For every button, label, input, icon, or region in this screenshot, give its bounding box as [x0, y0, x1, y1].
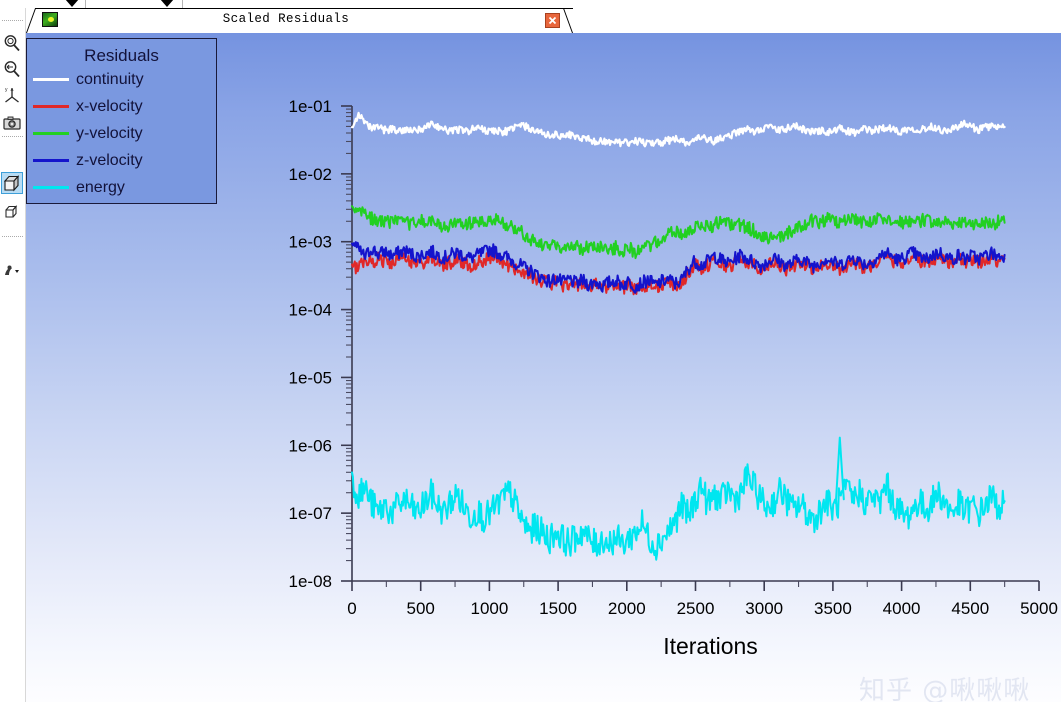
svg-text:1e-05: 1e-05 — [289, 368, 332, 387]
legend-label-z-velocity: z-velocity — [76, 151, 143, 169]
legend-item-x-velocity[interactable]: x-velocity — [27, 93, 216, 120]
legend-label-y-velocity: y-velocity — [76, 124, 143, 142]
top-strip — [0, 0, 1061, 8]
zoom-out-icon[interactable] — [1, 58, 23, 80]
svg-text:500: 500 — [407, 599, 435, 618]
legend-item-y-velocity[interactable]: y-velocity — [27, 120, 216, 147]
watermark: 知乎 @啾啾啾 — [859, 676, 1031, 702]
legend-title: Residuals — [84, 46, 159, 65]
chevron-down-icon-2[interactable] — [160, 0, 174, 7]
legend-swatch-continuity — [33, 78, 69, 81]
axes-icon[interactable]: y — [1, 84, 23, 106]
legend-item-energy[interactable]: energy — [27, 174, 216, 201]
svg-text:4500: 4500 — [951, 599, 989, 618]
svg-text:Iterations: Iterations — [663, 633, 758, 659]
probe-icon[interactable] — [1, 260, 23, 282]
box-outline-icon[interactable] — [1, 200, 23, 222]
camera-icon[interactable] — [1, 112, 23, 134]
toolbar-separator-mid — [2, 136, 23, 138]
svg-text:y: y — [5, 87, 8, 93]
legend-item-z-velocity[interactable]: z-velocity — [27, 147, 216, 174]
svg-text:1500: 1500 — [539, 599, 577, 618]
svg-text:5000: 5000 — [1020, 599, 1058, 618]
chevron-down-icon-1[interactable] — [65, 0, 79, 7]
left-toolbar: y — [0, 8, 26, 702]
legend-box: Residuals continuity x-velocity y-veloci… — [26, 38, 217, 204]
svg-text:3000: 3000 — [745, 599, 783, 618]
svg-text:3500: 3500 — [814, 599, 852, 618]
svg-text:1e-08: 1e-08 — [289, 572, 332, 591]
tab-top-border — [35, 8, 573, 9]
svg-text:1e-02: 1e-02 — [289, 165, 332, 184]
svg-text:2000: 2000 — [608, 599, 646, 618]
window-tab-bar: Scaled Residuals — [26, 8, 1061, 34]
close-icon[interactable] — [545, 13, 560, 28]
svg-text:2500: 2500 — [677, 599, 715, 618]
svg-text:1e-04: 1e-04 — [289, 301, 332, 320]
legend-swatch-energy — [33, 186, 69, 189]
fluent-residuals-window: y Scaled Residuals Residuals continuity … — [0, 0, 1061, 702]
legend-label-continuity: continuity — [76, 70, 144, 88]
toolbar-separator-top — [2, 20, 23, 22]
page-title: Scaled Residuals — [222, 12, 350, 26]
legend-swatch-z-velocity — [33, 159, 69, 162]
svg-text:1e-01: 1e-01 — [289, 97, 332, 116]
svg-text:1e-07: 1e-07 — [289, 504, 332, 523]
legend-label-energy: energy — [76, 178, 125, 196]
zoom-in-icon[interactable] — [1, 32, 23, 54]
toolbar-separator-bottom — [2, 236, 23, 238]
box-filled-icon[interactable] — [1, 172, 23, 194]
legend-label-x-velocity: x-velocity — [76, 97, 143, 115]
svg-text:1000: 1000 — [470, 599, 508, 618]
svg-text:4000: 4000 — [883, 599, 921, 618]
window-tab[interactable]: Scaled Residuals — [26, 8, 573, 33]
svg-text:0: 0 — [347, 599, 356, 618]
legend-swatch-x-velocity — [33, 105, 69, 108]
legend-item-continuity[interactable]: continuity — [27, 66, 216, 93]
plot-window: Scaled Residuals Residuals continuity x-… — [26, 8, 1061, 702]
svg-text:1e-03: 1e-03 — [289, 233, 332, 252]
toolbar-divider-1 — [85, 0, 86, 8]
svg-text:1e-06: 1e-06 — [289, 436, 332, 455]
legend-swatch-y-velocity — [33, 132, 69, 135]
plot-canvas[interactable]: Residuals continuity x-velocity y-veloci… — [26, 33, 1061, 702]
toolbar-divider-2 — [182, 0, 183, 8]
